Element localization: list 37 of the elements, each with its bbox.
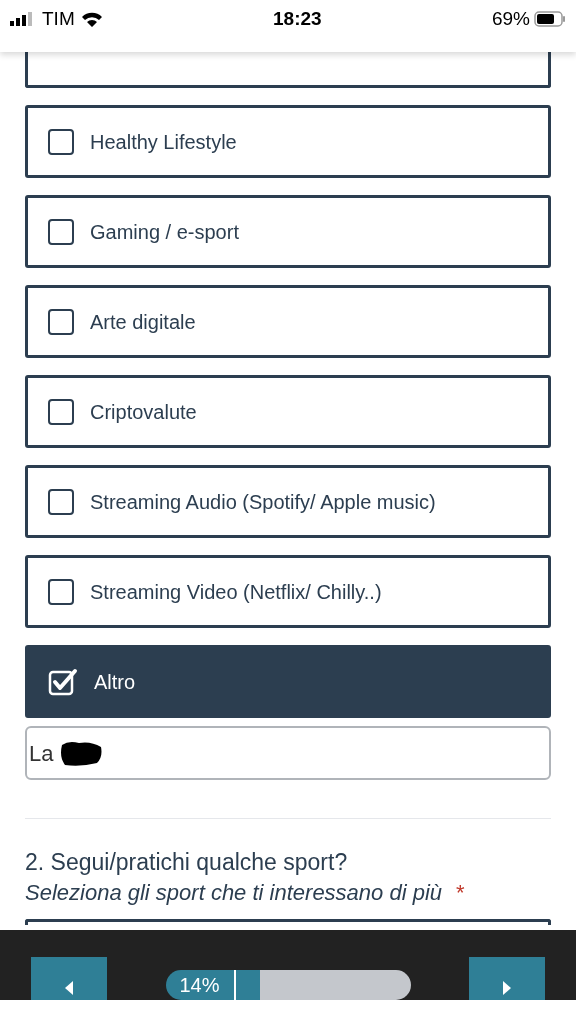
option-label: Streaming Audio (Spotify/ Apple music): [90, 489, 436, 515]
checkbox[interactable]: [48, 578, 74, 605]
option-card[interactable]: Gaming / e-sport: [25, 195, 551, 268]
battery-percent: 69%: [491, 7, 530, 31]
caret-left-icon: [64, 980, 74, 996]
checkbox[interactable]: [48, 218, 74, 245]
option-card[interactable]: [25, 52, 551, 88]
option-card[interactable]: Streaming Audio (Spotify/ Apple music): [25, 465, 551, 538]
checkbox[interactable]: [48, 308, 74, 335]
caret-right-icon: [502, 980, 512, 996]
option-card[interactable]: Streaming Video (Netflix/ Chilly..): [25, 555, 551, 628]
checkbox[interactable]: [48, 128, 74, 155]
option-card[interactable]: [25, 919, 551, 925]
question-title: 2. Segui/pratichi qualche sport?: [25, 848, 349, 877]
option-card[interactable]: Arte digitale: [25, 285, 551, 358]
checkbox[interactable]: [48, 488, 74, 515]
question-subtitle: Seleziona gli sport che ti interessano di più: [25, 879, 443, 907]
option-label: Healthy Lifestyle: [90, 129, 237, 155]
option-label: Streaming Video (Netflix/ Chilly..): [90, 579, 382, 605]
option-label: Gaming / e-sport: [90, 219, 239, 245]
field-value: La: [29, 739, 54, 768]
option-card[interactable]: Altro: [25, 645, 551, 718]
redaction-mark: [59, 739, 104, 767]
option-card[interactable]: Healthy Lifestyle: [25, 105, 551, 178]
option-label: Criptovalute: [90, 399, 197, 425]
required-mark: *: [456, 879, 465, 907]
progress-label: 14%: [165, 970, 236, 1000]
clock-time: 18:23: [273, 7, 322, 31]
option-card[interactable]: Criptovalute: [25, 375, 551, 448]
option-label: Altro: [94, 669, 136, 695]
option-label: Arte digitale: [90, 309, 196, 335]
battery-icon: [534, 11, 566, 28]
wifi-icon: [80, 11, 103, 28]
checkbox[interactable]: [48, 398, 74, 425]
carrier-name: TIM: [42, 7, 75, 31]
checkbox-checked-icon[interactable]: [48, 667, 78, 696]
input-field[interactable]: La: [25, 726, 551, 780]
